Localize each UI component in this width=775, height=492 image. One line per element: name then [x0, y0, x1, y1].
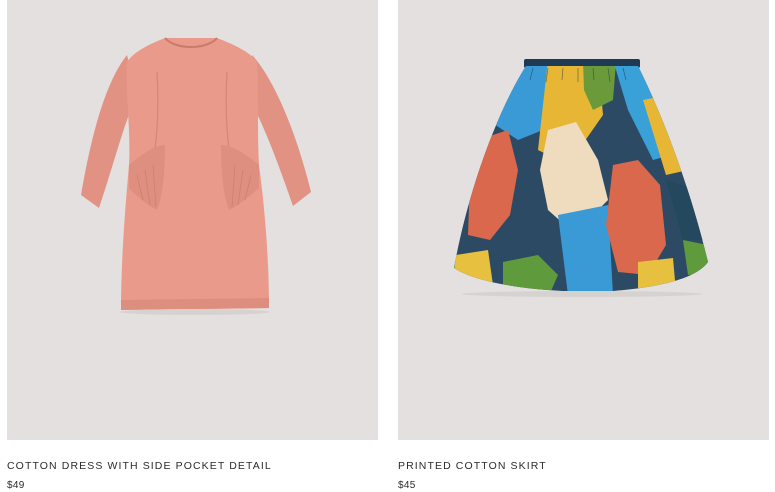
product-title[interactable]: COTTON DRESS WITH SIDE POCKET DETAIL — [7, 460, 272, 472]
product-price: $45 — [398, 480, 416, 491]
product-card[interactable]: PRINTED COTTON SKIRT $45 — [398, 0, 769, 492]
dress-illustration — [81, 37, 311, 315]
product-image-multicolor-printed-skirt[interactable] — [398, 0, 769, 440]
skirt-illustration — [454, 59, 708, 297]
product-price: $49 — [7, 480, 25, 491]
product-card[interactable]: COTTON DRESS WITH SIDE POCKET DETAIL $49 — [7, 0, 378, 492]
product-image-coral-cotton-dress[interactable] — [7, 0, 378, 440]
product-title[interactable]: PRINTED COTTON SKIRT — [398, 460, 547, 472]
